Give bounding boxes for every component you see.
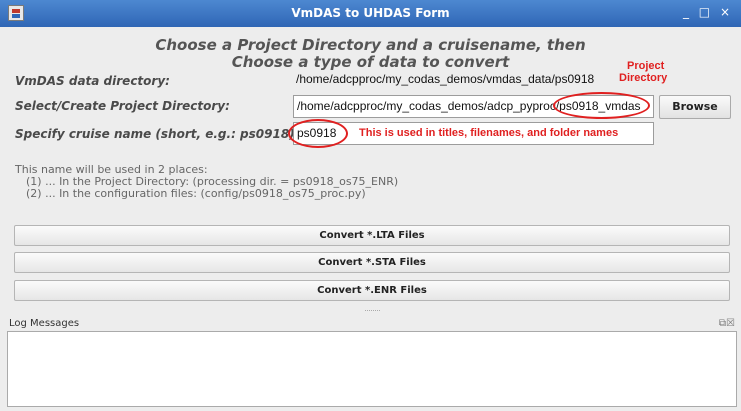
log-close-icon[interactable]: ☒: [726, 318, 735, 329]
window-title: VmDAS to UHDAS Form: [291, 6, 450, 20]
pane-sash[interactable]: [365, 310, 380, 312]
vmdas-directory-label: VmDAS data directory:: [15, 74, 170, 88]
heading-line-1: Choose a Project Directory and a cruisen…: [155, 36, 586, 54]
convert-enr-button[interactable]: Convert *.ENR Files: [14, 280, 730, 301]
close-icon[interactable]: ×: [720, 5, 733, 19]
vmdas-directory-value: /home/adcpproc/my_codas_demos/vmdas_data…: [296, 72, 595, 86]
project-directory-label: Select/Create Project Directory:: [15, 99, 230, 113]
minimize-icon[interactable]: _: [683, 5, 692, 19]
title-bar: VmDAS to UHDAS Form _ □ ×: [0, 0, 741, 27]
browse-button[interactable]: Browse: [659, 95, 731, 119]
convert-sta-button[interactable]: Convert *.STA Files: [14, 252, 730, 273]
window-controls: _ □ ×: [683, 5, 733, 19]
project-directory-highlight: [553, 92, 650, 119]
cruise-name-info: This name will be used in 2 places: (1) …: [15, 164, 398, 200]
maximize-icon[interactable]: □: [699, 5, 713, 19]
info-line-3: (2) ... In the configuration files: (con…: [26, 187, 366, 200]
log-messages-title: Log Messages: [9, 318, 80, 329]
project-directory-annotation-1: Project: [627, 60, 665, 72]
cruise-name-label: Specify cruise name (short, e.g.: ps0918…: [15, 127, 300, 141]
project-directory-annotation-2: Directory: [619, 72, 668, 84]
cruise-name-highlight: [288, 119, 348, 148]
convert-lta-button[interactable]: Convert *.LTA Files: [14, 225, 730, 246]
undock-icon[interactable]: ⧉: [719, 318, 726, 329]
cruise-name-annotation: This is used in titles, filenames, and f…: [359, 127, 619, 139]
log-messages-area[interactable]: [7, 331, 737, 407]
log-dock-controls: ⧉☒: [719, 318, 735, 329]
